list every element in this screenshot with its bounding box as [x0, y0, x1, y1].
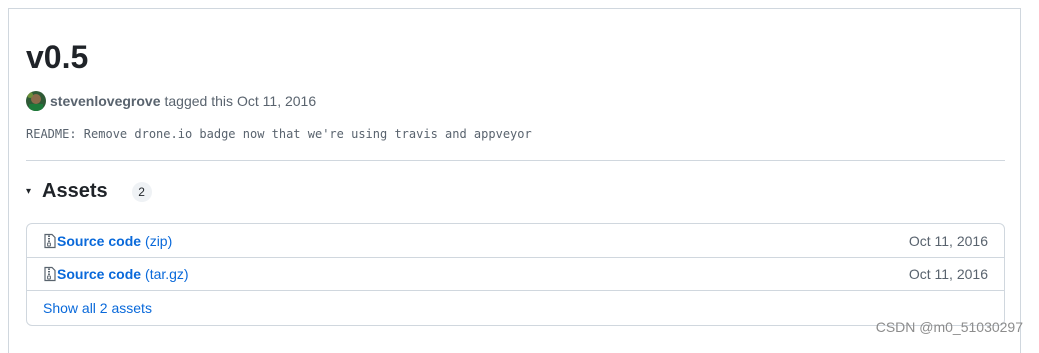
- asset-row: Source code (zip) Oct 11, 2016: [27, 225, 1004, 258]
- tag-line: stevenlovegrove tagged this Oct 11, 2016: [26, 91, 316, 111]
- assets-toggle[interactable]: ▾ Assets 2: [26, 180, 152, 203]
- release-title: v0.5: [26, 37, 88, 77]
- caret-down-icon: ▾: [26, 186, 32, 197]
- assets-count-badge: 2: [132, 182, 152, 202]
- asset-date: Oct 11, 2016: [909, 233, 988, 249]
- show-all-assets-link[interactable]: Show all 2 assets: [43, 300, 152, 316]
- assets-list: Source code (zip) Oct 11, 2016 Source co…: [26, 223, 1005, 326]
- file-zip-icon: [43, 266, 57, 282]
- source-code-zip-link[interactable]: Source code: [57, 233, 141, 249]
- tagged-text: tagged this: [165, 93, 234, 109]
- file-zip-icon: [43, 233, 57, 249]
- divider: [26, 160, 1005, 161]
- author-link[interactable]: stevenlovegrove: [50, 93, 161, 109]
- assets-title: Assets: [42, 180, 108, 203]
- avatar[interactable]: [26, 91, 46, 111]
- asset-row: Source code (tar.gz) Oct 11, 2016: [27, 258, 1004, 291]
- source-code-targz-link[interactable]: Source code: [57, 266, 141, 282]
- asset-date: Oct 11, 2016: [909, 266, 988, 282]
- watermark: CSDN @m0_51030297: [876, 319, 1023, 335]
- asset-ext-zip[interactable]: (zip): [145, 233, 172, 249]
- asset-ext-targz[interactable]: (tar.gz): [145, 266, 189, 282]
- commit-message: README: Remove drone.io badge now that w…: [26, 127, 532, 141]
- tagged-date: Oct 11, 2016: [237, 93, 316, 109]
